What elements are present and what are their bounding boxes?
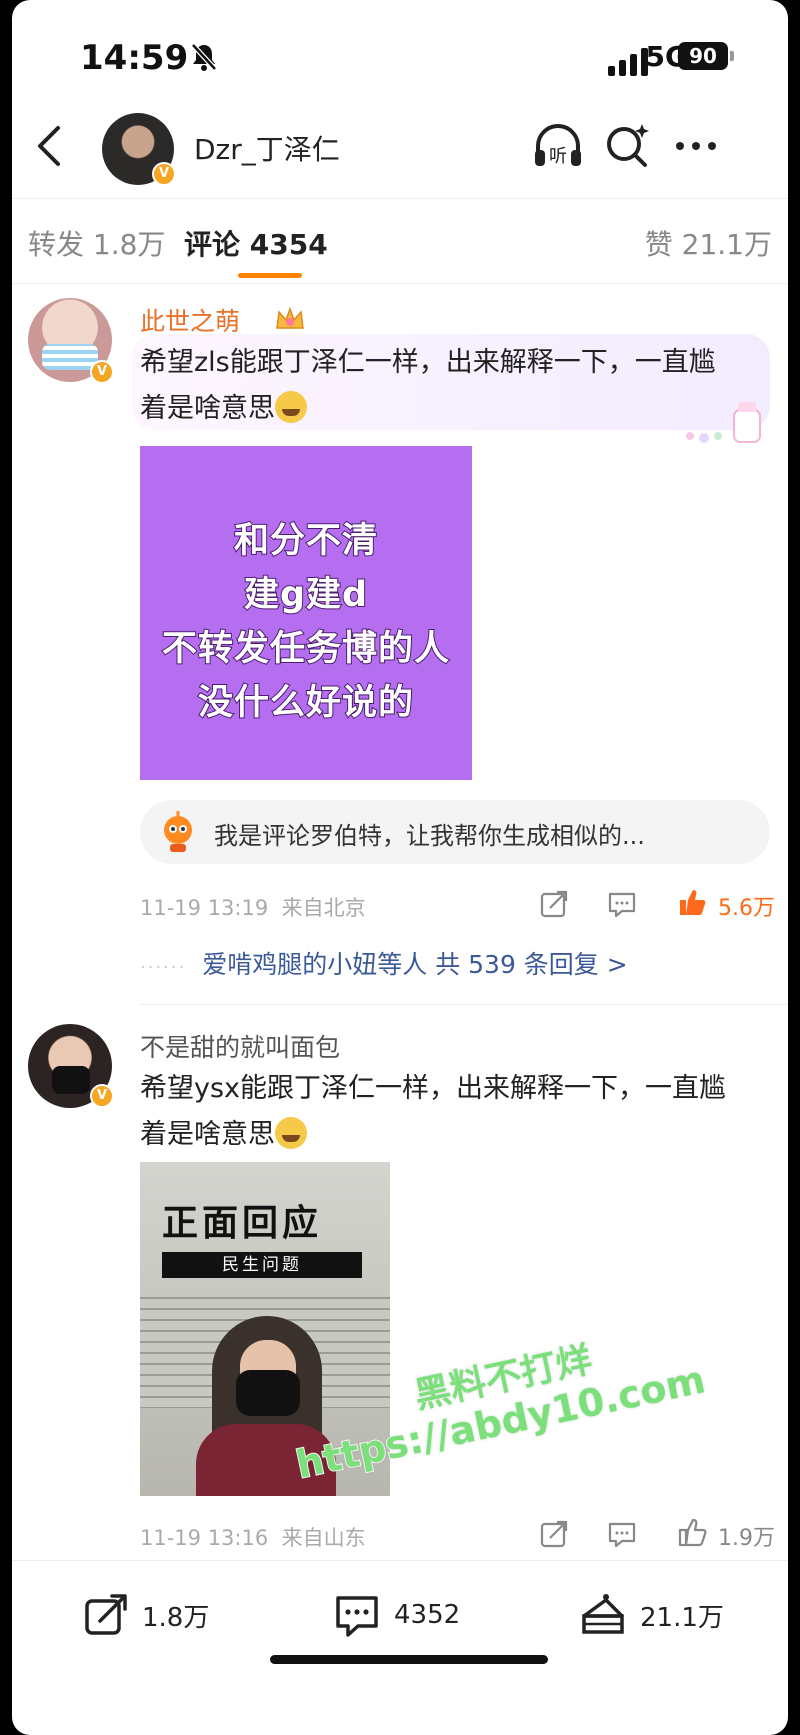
active-tab-indicator: [238, 273, 302, 278]
comment-bubble-icon: [336, 1596, 378, 1637]
tab-comments[interactable]: 评论 4354: [184, 223, 328, 263]
like-count: 5.6万: [718, 896, 775, 921]
listen-headphones-icon[interactable]: 听: [530, 118, 586, 174]
status-bar: 14:59 5G 90: [12, 30, 788, 86]
author-username[interactable]: Dzr_丁泽仁: [194, 128, 340, 168]
comment-text: 希望zls能跟丁泽仁一样，出来解释一下，一直尴着是啥意思: [140, 347, 716, 424]
screen: 14:59 5G 90 V Dzr_丁泽仁 听 转发 1.8万 评论 4354 …: [12, 0, 788, 1735]
image-text-line: 建g建d: [243, 574, 369, 616]
search-icon[interactable]: [600, 118, 656, 174]
status-time: 14:59: [80, 38, 189, 78]
back-arrow-icon[interactable]: [30, 120, 70, 172]
cake-like-icon: [582, 1594, 624, 1634]
comment-image[interactable]: 和分不清 建g建d 不转发任务博的人 没什么好说的: [140, 446, 472, 780]
robot-prompt-text: 我是评论罗伯特，让我帮你生成相似的...: [214, 822, 645, 850]
like-count: 1.9万: [718, 1526, 775, 1551]
robot-mascot-icon: [164, 811, 192, 852]
like-thumb-icon[interactable]: [676, 886, 708, 918]
more-options-icon[interactable]: [668, 118, 724, 174]
svg-text:听: 听: [549, 146, 567, 167]
comment-button[interactable]: 4352: [332, 1589, 460, 1641]
repost-icon: [85, 1594, 127, 1635]
interaction-tabs: 转发 1.8万 评论 4354 赞 21.1万: [12, 198, 788, 284]
verified-badge-icon: V: [90, 1084, 114, 1108]
battery-icon: 90: [678, 42, 734, 70]
commenter-name[interactable]: 不是甜的就叫面包: [140, 1028, 340, 1064]
crying-emoji-icon: [275, 391, 307, 423]
verified-badge-icon: V: [152, 162, 176, 186]
bottom-action-bar: 1.8万 4352 21.1万: [12, 1560, 788, 1680]
tab-reposts[interactable]: 转发 1.8万: [28, 223, 165, 263]
share-icon[interactable]: [538, 1518, 570, 1550]
commenter-name[interactable]: 此世之萌: [140, 302, 240, 338]
cellular-signal-icon: [608, 48, 648, 76]
comment-robot-prompt[interactable]: 我是评论罗伯特，让我帮你生成相似的...: [140, 800, 770, 864]
like-button[interactable]: 21.1万: [578, 1589, 724, 1641]
mute-bell-icon: [191, 43, 217, 71]
like-total-count: 21.1万: [640, 1602, 724, 1633]
comment-timestamp: 11-19 13:19 来自北京: [140, 896, 366, 920]
crown-badge-icon: [276, 306, 304, 329]
comment-timestamp: 11-19 13:16 来自山东: [140, 1526, 366, 1550]
home-indicator: [270, 1655, 548, 1664]
image-text-line: 没什么好说的: [197, 682, 414, 724]
comment-text: 希望ysx能跟丁泽仁一样，出来解释一下，一直尴着是啥意思: [140, 1073, 727, 1150]
reply-comment-icon[interactable]: [606, 888, 638, 920]
tab-likes[interactable]: 赞 21.1万: [645, 223, 772, 263]
image-subtitle: 民生问题: [162, 1252, 362, 1278]
verified-badge-icon: V: [90, 360, 114, 384]
repost-button[interactable]: 1.8万: [82, 1589, 209, 1641]
image-text-line: 和分不清: [233, 520, 378, 562]
view-replies-link[interactable]: ······ 爱啃鸡腿的小妞等人 共 539 条回复 >: [140, 945, 628, 981]
post-header: V Dzr_丁泽仁 听: [12, 100, 788, 196]
like-thumb-icon[interactable]: [676, 1516, 708, 1548]
image-title: 正面回应: [162, 1203, 323, 1244]
reply-thread-dots: ······: [140, 957, 187, 978]
image-text-line: 不转发任务博的人: [161, 628, 450, 670]
reply-comment-icon[interactable]: [606, 1518, 638, 1550]
comment-count: 4352: [394, 1600, 461, 1630]
crying-emoji-icon: [275, 1117, 307, 1149]
comment-divider: [140, 1004, 788, 1005]
repost-count: 1.8万: [142, 1602, 210, 1633]
share-icon[interactable]: [538, 888, 570, 920]
face-mask: [236, 1370, 300, 1416]
